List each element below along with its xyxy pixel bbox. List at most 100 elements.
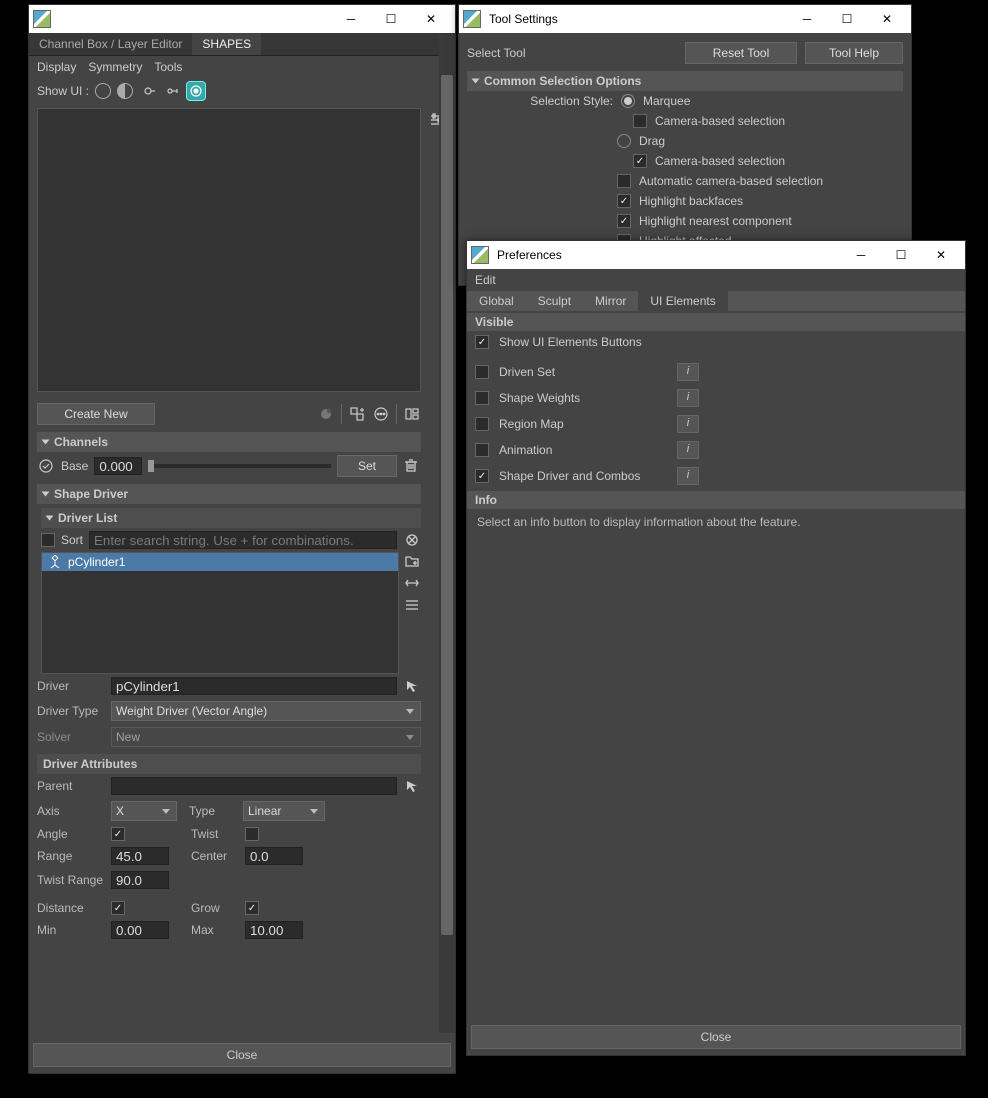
minimize-button[interactable]: ─ <box>787 5 827 33</box>
ui-icon-2[interactable] <box>117 83 133 99</box>
minimize-button[interactable]: ─ <box>331 5 371 33</box>
opt-driven-set-checkbox[interactable] <box>475 365 489 379</box>
twist-checkbox[interactable] <box>245 827 259 841</box>
ui-icon-4[interactable] <box>163 82 181 100</box>
angle-label: Angle <box>37 827 105 841</box>
more-icon[interactable] <box>372 405 390 423</box>
driver-type-row: Driver Type Weight Driver (Vector Angle) <box>37 698 421 724</box>
help-icon[interactable]: i <box>677 415 699 433</box>
tab-mirror[interactable]: Mirror <box>583 291 638 311</box>
grow-checkbox[interactable] <box>245 901 259 915</box>
driver-input[interactable] <box>111 677 397 695</box>
expand-h-icon[interactable] <box>403 574 421 592</box>
common-options-header[interactable]: Common Selection Options <box>467 71 903 91</box>
blob-icon[interactable] <box>317 405 335 423</box>
sliders-icon[interactable] <box>403 596 421 614</box>
maximize-button[interactable]: ☐ <box>881 241 921 269</box>
help-icon[interactable]: i <box>677 441 699 459</box>
close-button[interactable]: ✕ <box>867 5 907 33</box>
shape-driver-header[interactable]: Shape Driver <box>37 484 421 504</box>
list-item[interactable]: pCylinder1 <box>42 553 398 571</box>
opt-shape-driver-checkbox[interactable] <box>475 469 489 483</box>
ui-icon-3[interactable] <box>139 82 157 100</box>
max-input[interactable] <box>245 921 303 939</box>
distance-checkbox[interactable] <box>111 901 125 915</box>
menu-edit[interactable]: Edit <box>475 273 496 287</box>
shapes-close-button[interactable]: Close <box>33 1043 451 1067</box>
preferences-close-button[interactable]: Close <box>471 1025 961 1049</box>
help-icon[interactable]: i <box>677 363 699 381</box>
tab-sculpt[interactable]: Sculpt <box>526 291 583 311</box>
clear-search-icon[interactable] <box>403 531 421 549</box>
camera-sel-2-checkbox[interactable] <box>633 154 647 168</box>
maximize-button[interactable]: ☐ <box>827 5 867 33</box>
shapes-titlebar: ─ ☐ ✕ <box>29 5 455 33</box>
pick-icon[interactable] <box>403 677 421 695</box>
tab-shapes[interactable]: SHAPES <box>192 33 261 55</box>
maximize-button[interactable]: ☐ <box>371 5 411 33</box>
driver-list[interactable]: pCylinder1 <box>41 552 399 674</box>
base-toggle-icon[interactable] <box>37 457 55 475</box>
close-button[interactable]: ✕ <box>921 241 961 269</box>
add-node-icon[interactable] <box>348 405 366 423</box>
hl-near-checkbox[interactable] <box>617 214 631 228</box>
opt-shape-weights-row: Shape Weights i <box>467 385 965 411</box>
base-set-button[interactable]: Set <box>337 455 397 477</box>
minimize-button[interactable]: ─ <box>841 241 881 269</box>
angle-checkbox[interactable] <box>111 827 125 841</box>
reset-tool-button[interactable]: Reset Tool <box>685 42 797 64</box>
help-icon[interactable]: i <box>677 467 699 485</box>
channels-title: Channels <box>54 435 108 449</box>
common-options-title: Common Selection Options <box>484 74 641 88</box>
sort-checkbox[interactable] <box>41 533 55 547</box>
drag-radio[interactable] <box>617 134 631 148</box>
tool-help-button[interactable]: Tool Help <box>805 42 903 64</box>
pick-icon[interactable] <box>403 777 421 795</box>
range-input[interactable] <box>111 847 169 865</box>
driver-list-header[interactable]: Driver List <box>41 508 421 528</box>
opt-region-map-checkbox[interactable] <box>475 417 489 431</box>
tab-channel-box[interactable]: Channel Box / Layer Editor <box>29 33 192 55</box>
axis-select[interactable]: X <box>111 801 177 821</box>
opt-shape-weights-checkbox[interactable] <box>475 391 489 405</box>
shape-viewport[interactable] <box>37 108 421 392</box>
shapes-menubar: Display Symmetry Tools <box>29 56 455 78</box>
menu-display[interactable]: Display <box>37 60 76 74</box>
folder-add-icon[interactable] <box>403 552 421 570</box>
hl-back-checkbox[interactable] <box>617 194 631 208</box>
collapse-icon <box>42 440 50 445</box>
help-icon[interactable]: i <box>677 389 699 407</box>
opt-animation-row: Animation i <box>467 437 965 463</box>
opt-animation-checkbox[interactable] <box>475 443 489 457</box>
info-header: Info <box>467 491 965 509</box>
marquee-radio[interactable] <box>621 94 635 108</box>
base-value-input[interactable] <box>94 457 142 475</box>
close-button[interactable]: ✕ <box>411 5 451 33</box>
tab-ui-elements[interactable]: UI Elements <box>638 291 727 311</box>
base-slider[interactable] <box>148 464 331 468</box>
ui-icon-1[interactable] <box>95 83 111 99</box>
trash-icon[interactable] <box>403 457 421 475</box>
auto-cam-checkbox[interactable] <box>617 174 631 188</box>
type-select[interactable]: Linear <box>243 801 325 821</box>
center-input[interactable] <box>245 847 303 865</box>
ui-icon-5[interactable] <box>187 82 205 100</box>
tab-global[interactable]: Global <box>467 291 526 311</box>
menu-symmetry[interactable]: Symmetry <box>88 60 142 74</box>
shapes-scrollbar[interactable] <box>439 35 455 1033</box>
camera-sel-1-checkbox[interactable] <box>633 114 647 128</box>
twist-range-label: Twist Range <box>37 873 105 887</box>
layout-icon[interactable] <box>403 405 421 423</box>
min-input[interactable] <box>111 921 169 939</box>
menu-tools[interactable]: Tools <box>154 60 182 74</box>
driver-type-select[interactable]: Weight Driver (Vector Angle) <box>111 701 421 721</box>
channels-header[interactable]: Channels <box>37 432 421 452</box>
driver-search-input[interactable] <box>89 531 397 549</box>
parent-input[interactable] <box>111 777 397 795</box>
preferences-window: Preferences ─ ☐ ✕ Edit Global Sculpt Mir… <box>466 240 966 1056</box>
create-new-button[interactable]: Create New <box>37 403 155 425</box>
twist-range-input[interactable] <box>111 871 169 889</box>
show-ui-buttons-checkbox[interactable] <box>475 335 489 349</box>
max-label: Max <box>191 923 239 937</box>
maya-logo-icon <box>471 246 489 264</box>
